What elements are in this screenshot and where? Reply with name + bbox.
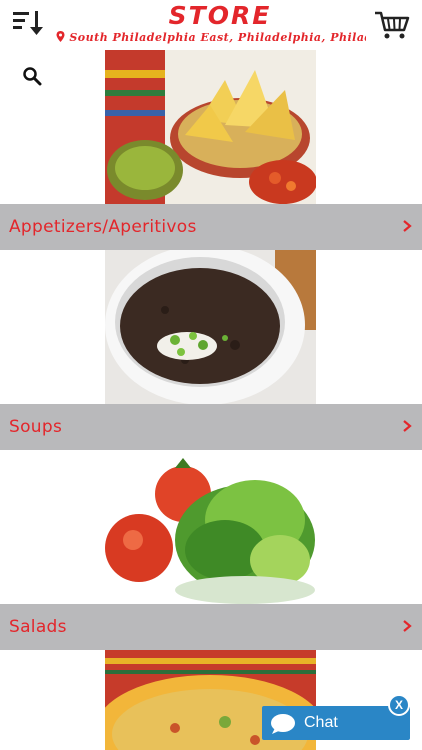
chat-button[interactable]: Chat [262, 706, 410, 740]
search-icon[interactable] [22, 66, 42, 86]
chat-bubble-icon [271, 714, 295, 734]
sort-menu-icon[interactable] [12, 10, 44, 38]
shopping-cart-icon[interactable] [374, 10, 410, 40]
address-text: South Philadelphia East, Philadelphia, P… [69, 31, 366, 44]
appetizers-image[interactable] [105, 50, 316, 204]
category-label: Appetizers/Aperitivos [9, 217, 197, 237]
store-title: STORE [168, 1, 272, 30]
store-address[interactable]: South Philadelphia East, Philadelphia, P… [56, 31, 366, 44]
chevron-right-icon [403, 420, 412, 432]
category-appetizers[interactable]: Appetizers/Aperitivos [0, 204, 422, 250]
chat-label: Chat [304, 714, 338, 731]
category-label: Salads [9, 617, 67, 637]
category-label: Soups [9, 417, 63, 437]
location-pin-icon [56, 31, 65, 42]
soups-image[interactable] [105, 250, 316, 404]
chat-close-button[interactable]: X [388, 694, 410, 716]
app-header: STORE South Philadelphia East, Philadelp… [0, 0, 422, 50]
store-brand: STORE [90, 2, 350, 30]
category-soups[interactable]: Soups [0, 404, 422, 450]
chevron-right-icon [403, 220, 412, 232]
category-salads[interactable]: Salads [0, 604, 422, 650]
chevron-right-icon [403, 620, 412, 632]
salads-image[interactable] [105, 450, 316, 604]
